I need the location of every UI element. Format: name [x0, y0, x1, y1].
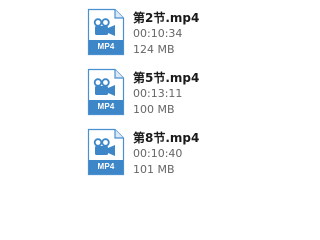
file-extension-label: MP4 — [97, 102, 115, 111]
file-item-2[interactable]: MP4 第5节.mp4 00:13:11 100 MB — [86, 66, 286, 126]
file-item-3[interactable]: MP4 第8节.mp4 00:10:40 101 MB — [86, 126, 286, 186]
file-size: 100 MB — [133, 103, 175, 116]
file-extension-label: MP4 — [97, 42, 115, 51]
file-name: 第5节.mp4 — [133, 71, 200, 85]
video-file-icon: MP4 — [87, 128, 125, 176]
file-size: 101 MB — [133, 163, 175, 176]
file-extension-label: MP4 — [97, 162, 115, 171]
file-name: 第2节.mp4 — [133, 11, 200, 25]
file-duration: 00:10:34 — [133, 27, 183, 40]
file-list: MP4 第2节.mp4 00:10:34 124 MB MP4 第5节.mp4 … — [0, 0, 300, 200]
file-item-1[interactable]: MP4 第2节.mp4 00:10:34 124 MB — [86, 6, 286, 66]
video-file-icon: MP4 — [87, 8, 125, 56]
file-duration: 00:13:11 — [133, 87, 183, 100]
video-file-icon: MP4 — [87, 68, 125, 116]
file-size: 124 MB — [133, 43, 175, 56]
file-duration: 00:10:40 — [133, 147, 183, 160]
file-name: 第8节.mp4 — [133, 131, 200, 145]
